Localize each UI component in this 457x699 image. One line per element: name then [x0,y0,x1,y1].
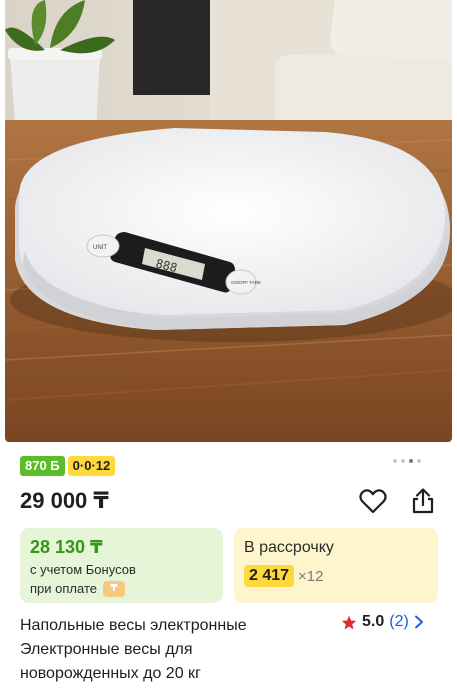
badges: 870 Б 0·0·12 [20,456,116,476]
payment-icon: ₸ [102,580,125,597]
installment-title: В рассрочку [244,539,334,556]
product-price: 29 000 ₸ [20,488,109,513]
bonus-payment-label: при оплате [30,581,97,596]
chevron-right-icon [414,615,423,629]
installment-amount: 2 417 [244,565,295,587]
bonus-price-card[interactable]: 28 130 ₸ с учетом Бонусов при оплате ₸ [20,528,223,603]
carousel-dot[interactable] [393,459,397,463]
installment-months: ×12 [298,567,324,585]
carousel-dot-active[interactable] [409,459,413,463]
product-image[interactable]: 888 UNIT ON/OFF TARE [5,0,452,442]
bonus-payment-row: при оплате ₸ [30,579,213,598]
installment-badge: 0·0·12 [67,456,116,476]
scale-unit-label: UNIT [93,245,107,251]
product-title: Напольные весы электронные Электронные в… [20,614,320,686]
title-line: Электронные весы для [20,641,193,658]
star-icon [341,615,357,629]
installment-row: 2 417 ×12 [244,565,428,587]
carousel-dot[interactable] [417,459,421,463]
scale-onoff-label: ON/OFF TARE [231,280,261,285]
carousel-dot[interactable] [401,459,405,463]
bonus-caption: с учетом Бонусов [30,562,136,577]
title-line: Напольные весы электронные [20,617,247,634]
favorite-button[interactable] [358,486,388,516]
bonus-price: 28 130 ₸ [30,537,103,557]
rating-value: 5.0 [362,613,385,630]
carousel-indicator[interactable] [393,459,421,463]
title-line: новорожденных до 20 кг [20,665,201,682]
reviews-count[interactable]: (2) [389,613,409,631]
share-icon [412,488,434,514]
rating-link[interactable]: 5.0 (2) [341,613,424,631]
bonus-badge: 870 Б [20,456,65,476]
share-button[interactable] [408,486,438,516]
heart-icon [359,489,387,514]
installment-card[interactable]: В рассрочку 2 417 ×12 [234,528,438,603]
